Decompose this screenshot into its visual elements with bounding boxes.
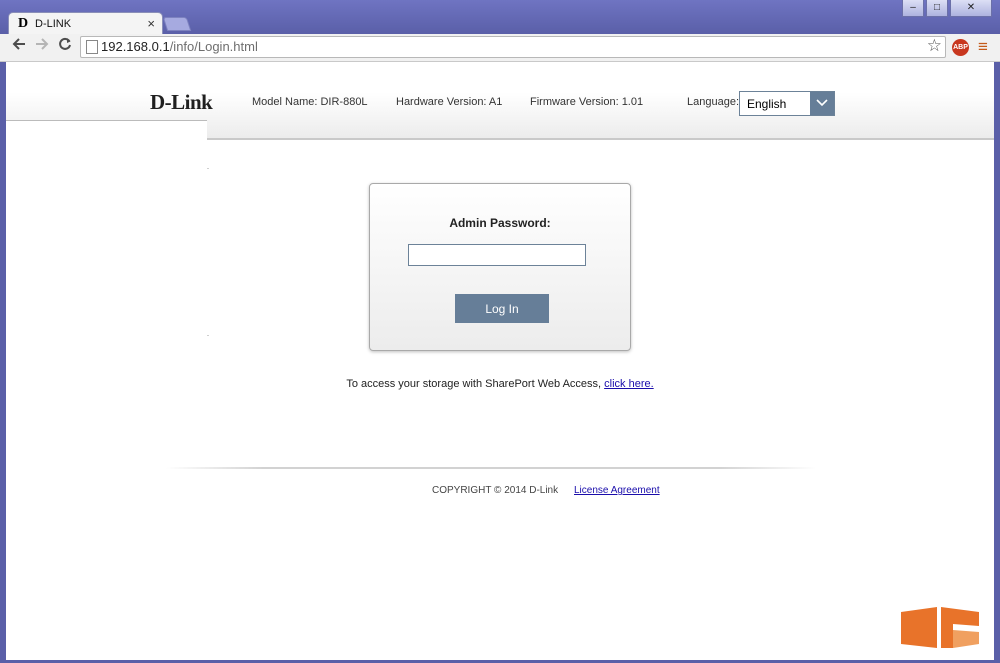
back-arrow-icon[interactable] [12,37,26,56]
login-button[interactable]: Log In [455,294,549,323]
bookmark-star-icon[interactable]: ☆ [927,36,942,56]
url-text[interactable]: 192.168.0.1/info/Login.html [101,39,258,54]
password-field[interactable] [408,244,586,266]
model-name: Model Name: DIR-880L [252,96,368,108]
reload-icon[interactable] [58,37,72,56]
admin-password-label: Admin Password: [449,216,551,230]
adblock-icon[interactable]: ABP [952,39,969,56]
new-tab-button[interactable] [162,17,192,31]
blank-overlay-panel [6,120,207,357]
dlink-favicon-icon: D [18,16,29,31]
browser-titlebar: D D-LINK × – □ ✕ [0,0,1000,36]
watermark-logo [893,604,986,652]
menu-icon[interactable]: ≡ [978,37,988,57]
browser-toolbar: 192.168.0.1/info/Login.html ☆ [0,34,1000,62]
click-here-link[interactable]: click here. [604,378,654,390]
language-value: English [747,97,787,111]
page-viewport: D-Link Model Name: DIR-880L Hardware Ver… [6,62,994,660]
hardware-version: Hardware Version: A1 [396,96,503,108]
maximize-button[interactable]: □ [926,0,948,17]
firmware-version: Firmware Version: 1.01 [530,96,644,108]
address-bar[interactable]: 192.168.0.1/info/Login.html ☆ [80,36,946,58]
language-select[interactable]: English [739,91,835,116]
storage-access-line: To access your storage with SharePort We… [6,378,994,390]
tab-close-icon[interactable]: × [147,16,155,31]
close-window-button[interactable]: ✕ [950,0,992,17]
window-controls: – □ ✕ [900,0,992,17]
footer-divider [166,467,816,469]
browser-tab[interactable]: D D-LINK × [8,12,163,36]
language-label: Language: [687,96,739,108]
copyright-text: COPYRIGHT © 2014 D-Link [432,485,559,496]
page-icon [86,40,98,54]
forward-arrow-icon[interactable] [35,37,49,56]
login-box: Admin Password: Log In [369,183,631,351]
minimize-button[interactable]: – [902,0,924,17]
storage-text: To access your storage with SharePort We… [346,378,605,390]
dlink-logo: D-Link [150,90,213,114]
license-agreement-link[interactable]: License Agreement [574,485,660,496]
tab-title: D-LINK [35,18,72,30]
chevron-down-icon[interactable] [810,92,834,115]
